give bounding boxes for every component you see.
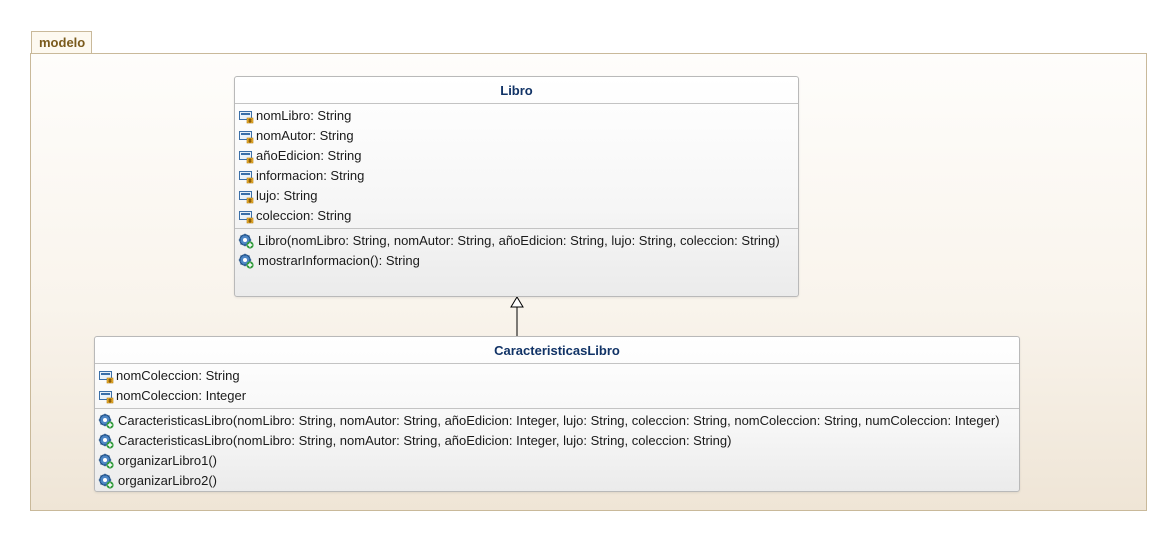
operation-label: CaracteristicasLibro(nomLibro: String, n… <box>118 413 1000 428</box>
attribute-row[interactable]: lujo: String <box>235 186 798 206</box>
attribute-label: informacion: String <box>256 168 365 183</box>
operation-row[interactable]: CaracteristicasLibro(nomLibro: String, n… <box>95 431 1019 451</box>
attributes-section: nomColeccion: String nomColeccion: Integ… <box>95 364 1019 409</box>
method-icon <box>238 233 254 249</box>
field-icon <box>239 131 254 144</box>
operation-row[interactable]: organizarLibro2() <box>95 471 1019 491</box>
attribute-label: nomColeccion: Integer <box>116 388 247 403</box>
operations-section: CaracteristicasLibro(nomLibro: String, n… <box>95 409 1019 493</box>
field-icon <box>239 191 254 204</box>
package-tab[interactable]: modelo <box>31 31 92 53</box>
attribute-label: nomColeccion: String <box>116 368 240 383</box>
operation-row[interactable]: organizarLibro1() <box>95 451 1019 471</box>
attribute-row[interactable]: nomColeccion: Integer <box>95 386 1019 406</box>
attribute-row[interactable]: nomLibro: String <box>235 106 798 126</box>
attribute-row[interactable]: informacion: String <box>235 166 798 186</box>
attribute-label: nomLibro: String <box>256 108 352 123</box>
field-icon <box>99 391 114 404</box>
method-icon <box>98 453 114 469</box>
method-icon <box>98 473 114 489</box>
operation-label: organizarLibro2() <box>118 473 217 488</box>
operation-row[interactable]: Libro(nomLibro: String, nomAutor: String… <box>235 231 798 251</box>
class-libro[interactable]: Libro nomLibro: String nomAutor: String … <box>234 76 799 297</box>
method-icon <box>98 413 114 429</box>
class-name: CaracteristicasLibro <box>95 337 1019 364</box>
attribute-row[interactable]: nomAutor: String <box>235 126 798 146</box>
attribute-row[interactable]: añoEdicion: String <box>235 146 798 166</box>
attribute-label: nomAutor: String <box>256 128 354 143</box>
operation-label: organizarLibro1() <box>118 453 217 468</box>
operation-row[interactable]: mostrarInformacion(): String <box>235 251 798 271</box>
attribute-label: añoEdicion: String <box>256 148 362 163</box>
operation-label: mostrarInformacion(): String <box>258 253 420 268</box>
field-icon <box>239 171 254 184</box>
attribute-label: lujo: String <box>256 188 318 203</box>
operation-label: CaracteristicasLibro(nomLibro: String, n… <box>118 433 732 448</box>
attribute-label: coleccion: String <box>256 208 352 223</box>
field-icon <box>239 111 254 124</box>
field-icon <box>239 151 254 164</box>
method-icon <box>98 433 114 449</box>
operations-section: Libro(nomLibro: String, nomAutor: String… <box>235 229 798 273</box>
class-caracteristicas-libro[interactable]: CaracteristicasLibro nomColeccion: Strin… <box>94 336 1020 492</box>
method-icon <box>238 253 254 269</box>
attribute-row[interactable]: coleccion: String <box>235 206 798 226</box>
operation-row[interactable]: CaracteristicasLibro(nomLibro: String, n… <box>95 411 1019 431</box>
attributes-section: nomLibro: String nomAutor: String añoEdi… <box>235 104 798 229</box>
attribute-row[interactable]: nomColeccion: String <box>95 366 1019 386</box>
operation-label: Libro(nomLibro: String, nomAutor: String… <box>258 233 780 248</box>
field-icon <box>239 211 254 224</box>
class-name: Libro <box>235 77 798 104</box>
field-icon <box>99 371 114 384</box>
package-name: modelo <box>39 35 86 50</box>
